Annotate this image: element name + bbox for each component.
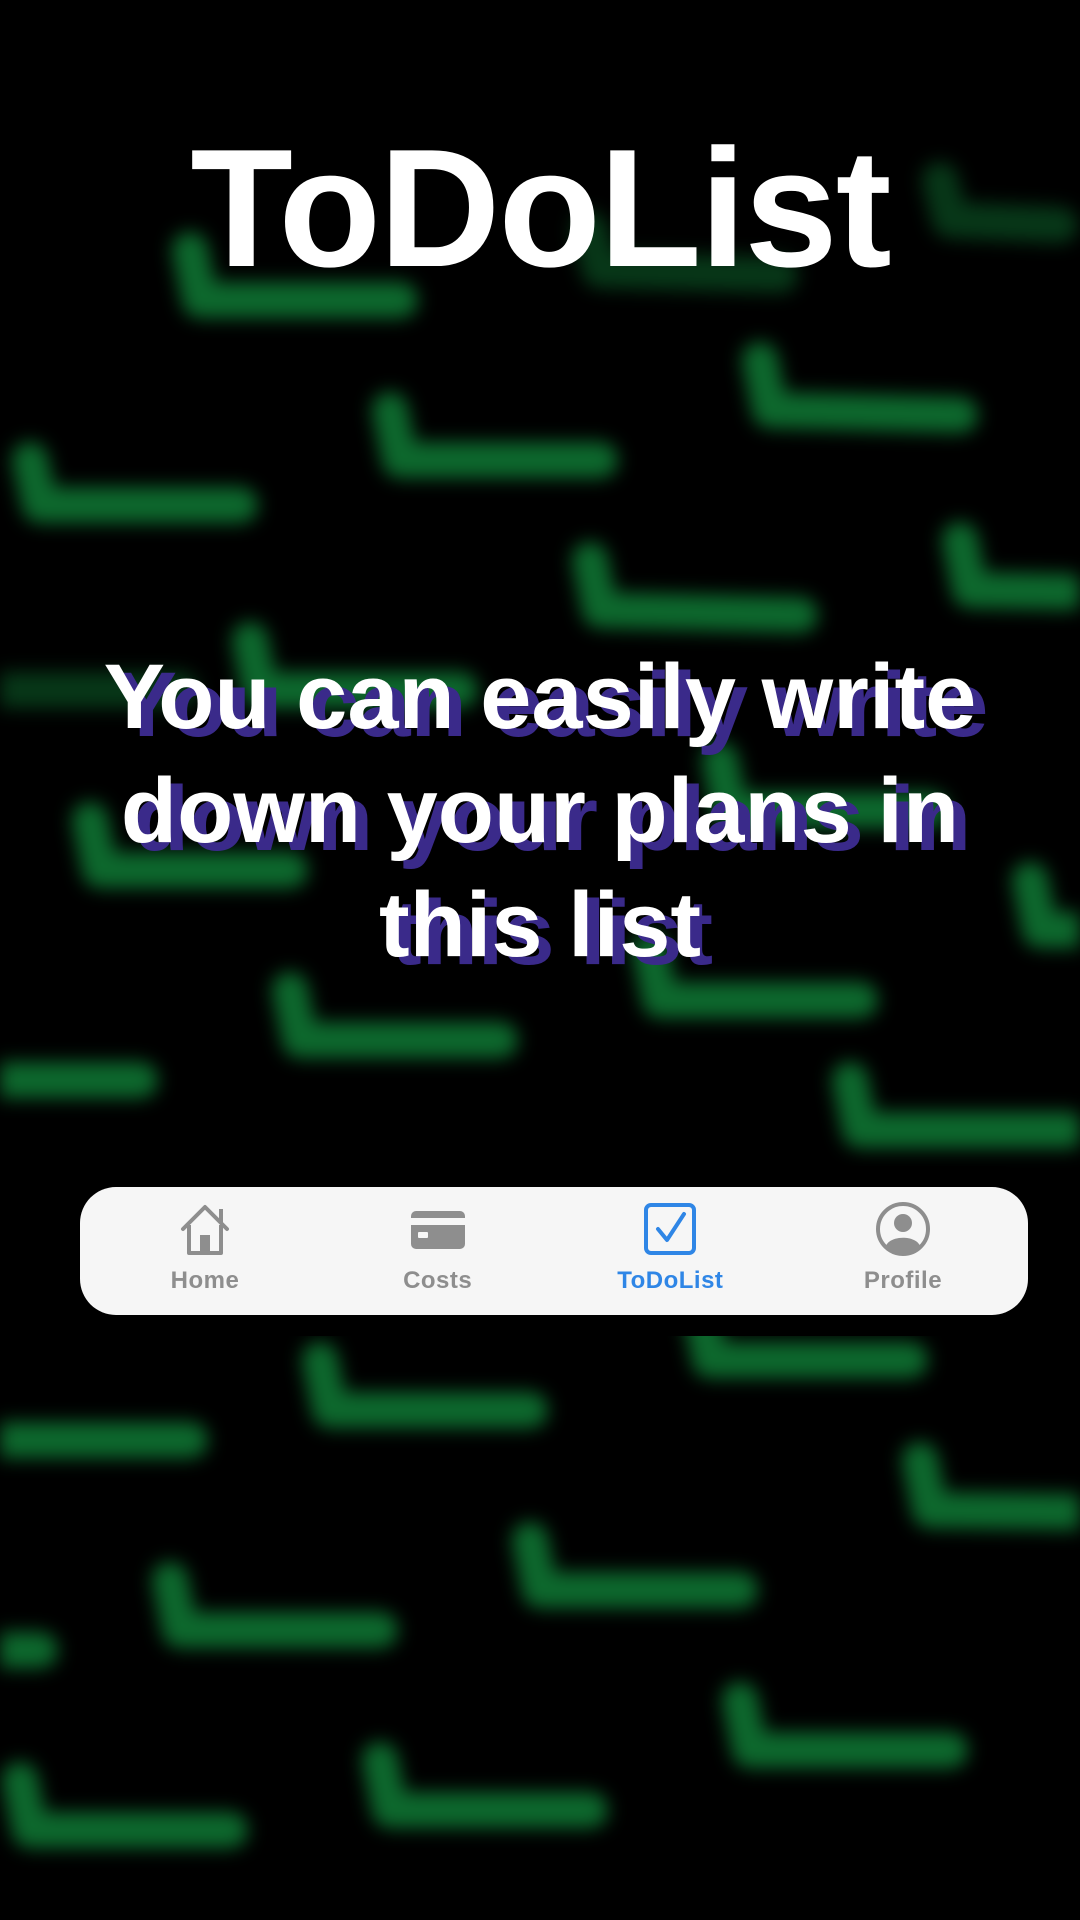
tab-todolist-label: ToDoList bbox=[617, 1267, 724, 1294]
onboarding-tagline: You can easily write down your plans in … bbox=[103, 646, 977, 976]
credit-card-icon bbox=[410, 1211, 465, 1249]
checkbox-icon bbox=[644, 1203, 697, 1255]
tab-home-label: Home bbox=[170, 1267, 240, 1294]
tab-profile-label: Profile bbox=[863, 1267, 943, 1294]
tab-profile[interactable]: Profile bbox=[808, 1187, 998, 1315]
tab-todolist[interactable]: ToDoList bbox=[575, 1187, 765, 1315]
tab-bar: Home Costs ToDoList Profile bbox=[80, 1187, 1028, 1315]
tab-home[interactable]: Home bbox=[110, 1187, 300, 1315]
person-circle-icon bbox=[875, 1202, 930, 1256]
app-title: ToDoList bbox=[190, 114, 891, 302]
tab-costs[interactable]: Costs bbox=[343, 1187, 533, 1315]
onboarding-screen: ToDoList You can easily write down your … bbox=[0, 0, 1080, 1920]
house-icon bbox=[181, 1205, 229, 1255]
tab-costs-label: Costs bbox=[403, 1267, 473, 1294]
